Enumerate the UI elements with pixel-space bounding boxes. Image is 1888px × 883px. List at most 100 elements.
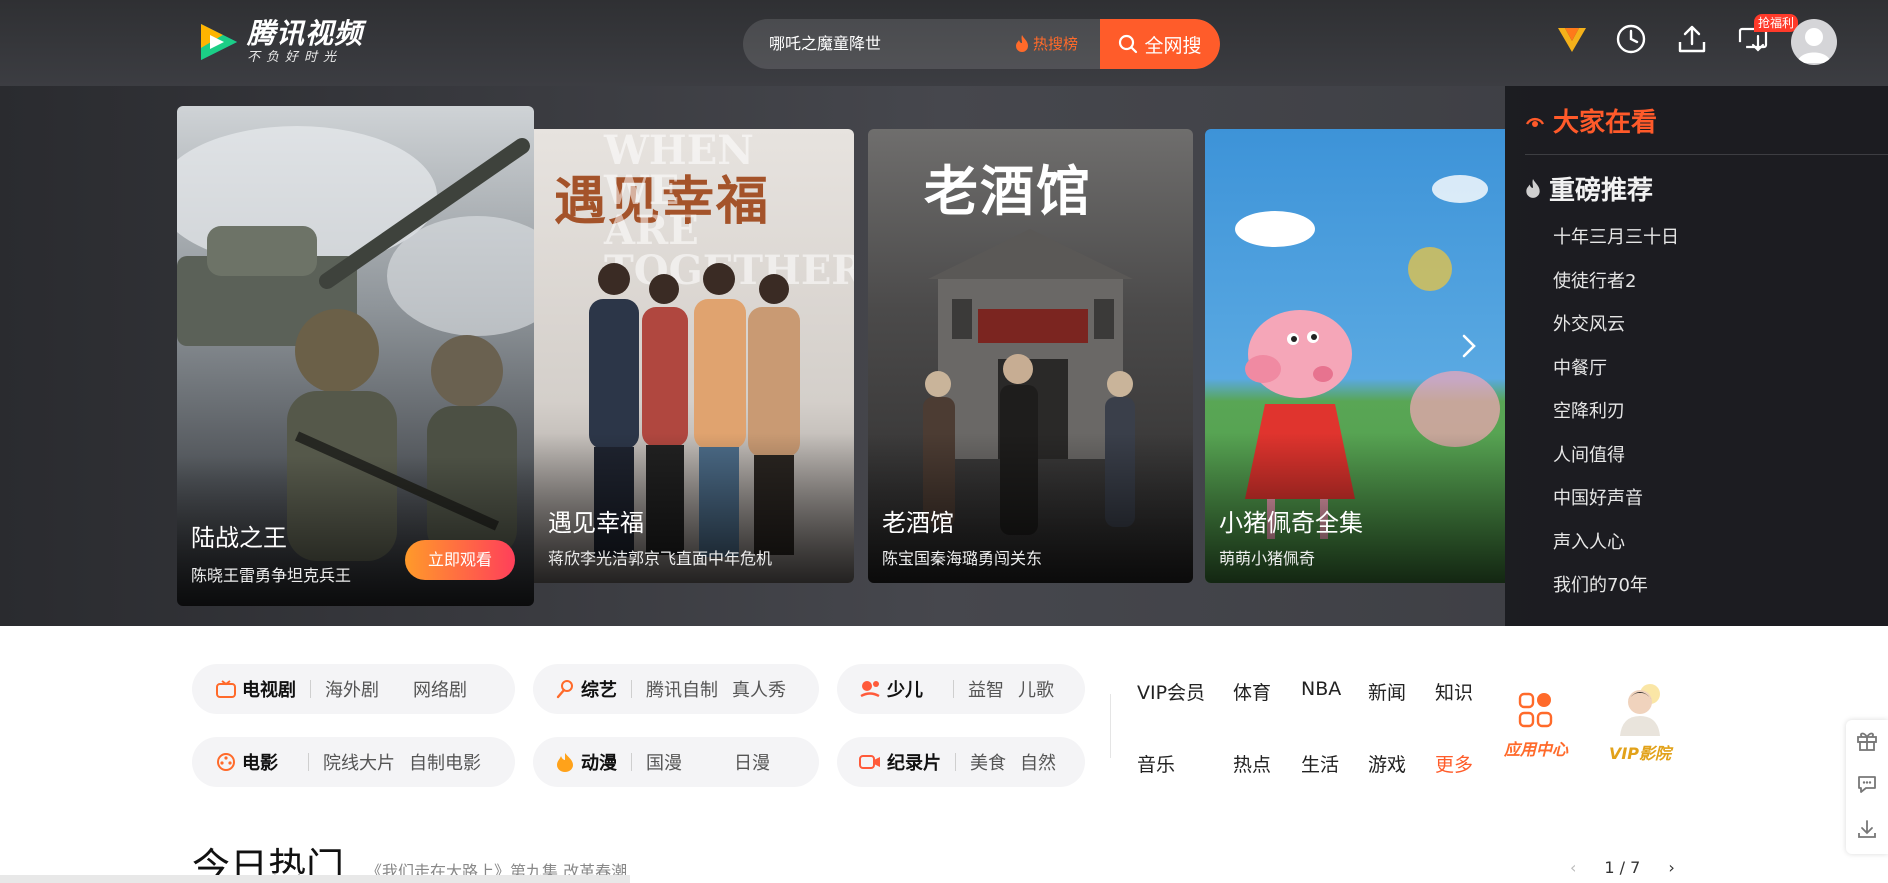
microphone-icon: [556, 680, 573, 699]
nav-link[interactable]: 知识: [1435, 678, 1473, 705]
nav-link[interactable]: 体育: [1233, 678, 1271, 705]
upload-icon[interactable]: [1675, 22, 1709, 56]
logo-slogan: 不负好时光: [247, 50, 343, 65]
gift-icon[interactable]: [1856, 729, 1878, 756]
banner-card-happiness[interactable]: 遇见幸福 WHEN WE ARE TOGETHER 遇见幸福 蒋欣李光洁郭京飞直…: [534, 129, 854, 583]
anime-flame-icon: [557, 753, 573, 772]
video-camera-icon: [859, 755, 880, 769]
app-center-label: 应用中心: [1503, 740, 1568, 759]
sub-link[interactable]: 真人秀: [732, 676, 786, 702]
list-item[interactable]: 中国好声音: [1553, 477, 1679, 521]
category-movie-link[interactable]: 电影: [216, 749, 278, 775]
vip-cinema-label: VIP影院: [1608, 744, 1672, 763]
pager-indicator: 1 / 7: [1604, 858, 1641, 877]
vip-cinema-link[interactable]: VIP影院: [1605, 680, 1675, 764]
category-kids: 少儿 益智 儿歌: [837, 664, 1085, 714]
browser-status-strip: [0, 875, 630, 883]
vip-cinema-avatar-icon: [1620, 684, 1660, 736]
watch-now-button[interactable]: 立即观看: [405, 540, 515, 580]
category-variety: 综艺 腾讯自制 真人秀: [533, 664, 819, 714]
logo-play-icon: [193, 18, 241, 66]
sub-link[interactable]: 益智: [968, 676, 1004, 702]
category-variety-link[interactable]: 综艺: [555, 676, 617, 702]
category-tv: 电视剧 海外剧 网络剧: [192, 664, 515, 714]
category-anime: 动漫 国漫 日漫: [533, 737, 819, 787]
nav-link[interactable]: NBA: [1301, 678, 1341, 700]
card-title: 小猪佩奇全集: [1219, 509, 1363, 537]
banner-card-old-tavern[interactable]: 老酒馆 老酒馆 陈宝国秦海璐勇闯关东: [868, 129, 1193, 583]
user-avatar[interactable]: [1791, 19, 1837, 65]
vip-v-icon[interactable]: [1555, 22, 1589, 56]
flame-icon: [1526, 178, 1540, 198]
banner-card-featured[interactable]: 陆战之王 陈晓王雷勇争坦克兵王: [177, 106, 534, 606]
sub-link[interactable]: 网络剧: [413, 676, 467, 702]
sub-link[interactable]: 自制电影: [409, 749, 481, 775]
top-header: 腾讯视频 不负好时光 热搜榜 全网搜 抢福利: [0, 0, 1888, 86]
list-item[interactable]: 使徒行者2: [1553, 260, 1679, 304]
list-item[interactable]: 中餐厅: [1553, 347, 1679, 391]
sub-link[interactable]: 儿歌: [1018, 676, 1054, 702]
card-subtitle: 萌萌小猪佩奇: [1219, 549, 1316, 568]
sub-link[interactable]: 腾讯自制: [646, 676, 718, 702]
more-link[interactable]: 更多: [1435, 750, 1473, 777]
nav-link[interactable]: VIP会员: [1137, 678, 1205, 705]
list-item[interactable]: 声入人心: [1553, 521, 1679, 565]
search-bar: 热搜榜 全网搜: [743, 19, 1220, 69]
nav-link[interactable]: 新闻: [1368, 678, 1406, 705]
category-kids-link[interactable]: 少儿: [859, 676, 923, 702]
category-movie: 电影 院线大片 自制电影: [192, 737, 515, 787]
side-ranking-panel: 大家在看 重磅推荐 十年三月三十日 使徒行者2 外交风云 中餐厅 空降利刃 人间…: [1505, 86, 1888, 626]
banner-next-arrow-icon[interactable]: [1451, 328, 1487, 364]
rocking-horse-icon: [860, 681, 880, 698]
nav-link[interactable]: 热点: [1233, 750, 1271, 777]
recommend-tab[interactable]: 重磅推荐: [1525, 170, 1653, 207]
history-clock-icon[interactable]: [1614, 22, 1648, 56]
film-reel-icon: [217, 753, 235, 771]
recommend-label: 重磅推荐: [1549, 176, 1654, 206]
sub-link[interactable]: 海外剧: [325, 676, 379, 702]
feedback-chat-icon[interactable]: [1856, 773, 1878, 800]
hot-list-link[interactable]: 热搜榜: [1015, 19, 1078, 69]
hot-list-label: 热搜榜: [1033, 35, 1079, 53]
everyone-watching-label: 大家在看: [1553, 108, 1658, 138]
logo-title: 腾讯视频: [247, 17, 364, 50]
search-input[interactable]: [769, 19, 1009, 69]
tv-icon: [216, 680, 236, 698]
search-button-label: 全网搜: [1144, 34, 1202, 57]
nav-link[interactable]: 游戏: [1368, 750, 1406, 777]
sub-link[interactable]: 院线大片: [323, 749, 395, 775]
card-subtitle: 陈宝国秦海璐勇闯关东: [882, 549, 1043, 568]
card-title: 陆战之王: [191, 524, 287, 552]
category-anime-link[interactable]: 动漫: [555, 749, 617, 775]
nav-link[interactable]: 生活: [1301, 750, 1339, 777]
app-grid-icon: [1518, 692, 1553, 728]
list-item[interactable]: 十年三月三十日: [1553, 216, 1679, 260]
pager-next-icon[interactable]: ›: [1668, 858, 1674, 877]
sub-link[interactable]: 国漫: [646, 749, 682, 775]
eye-icon: [1525, 117, 1545, 127]
flame-icon: [1016, 35, 1028, 52]
card-subtitle: 蒋欣李光洁郭京飞直面中年危机: [548, 549, 773, 568]
search-icon: [1119, 34, 1138, 54]
pager-prev-icon[interactable]: ‹: [1570, 858, 1576, 877]
sub-link[interactable]: 日漫: [734, 749, 770, 775]
tencent-video-logo[interactable]: 腾讯视频 不负好时光: [193, 18, 363, 66]
list-item[interactable]: 人间值得: [1553, 434, 1679, 478]
nav-link[interactable]: 音乐: [1137, 750, 1175, 777]
download-icon[interactable]: [1856, 818, 1878, 845]
list-item[interactable]: 空降利刃: [1553, 390, 1679, 434]
list-item[interactable]: 外交风云: [1553, 303, 1679, 347]
welfare-badge[interactable]: 抢福利: [1754, 14, 1799, 32]
search-button[interactable]: 全网搜: [1100, 19, 1220, 69]
app-center-link[interactable]: 应用中心: [1500, 688, 1572, 760]
sub-link[interactable]: 自然: [1020, 749, 1056, 775]
everyone-watching-tab[interactable]: 大家在看: [1525, 102, 1657, 139]
floating-toolbar: [1846, 720, 1888, 854]
list-item[interactable]: 我们的70年: [1553, 564, 1679, 608]
card-title: 老酒馆: [882, 509, 954, 537]
category-tv-link[interactable]: 电视剧: [216, 676, 296, 702]
sub-link[interactable]: 美食: [970, 749, 1006, 775]
category-documentary-link[interactable]: 纪录片: [859, 749, 941, 775]
section-pager: ‹ 1 / 7 ›: [1570, 858, 1675, 877]
side-divider: [1525, 154, 1888, 155]
